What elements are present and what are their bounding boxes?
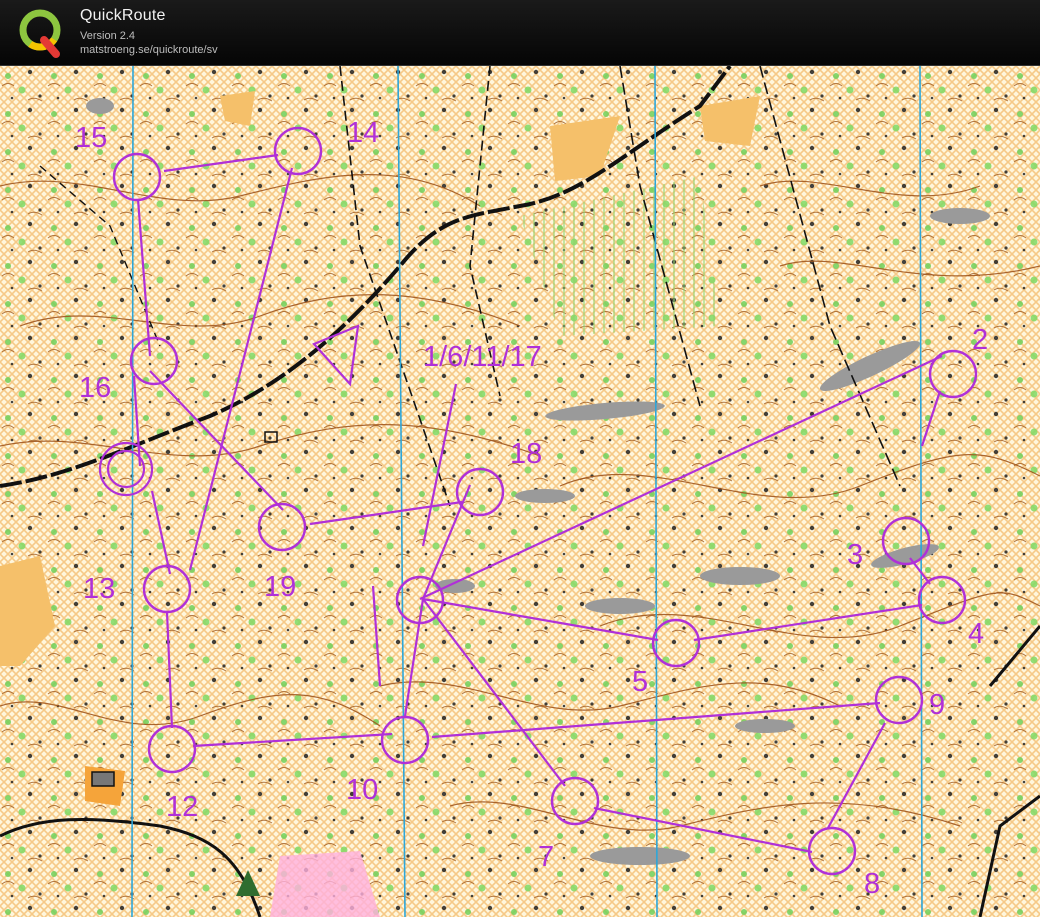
app-url[interactable]: matstroeng.se/quickroute/sv <box>80 44 218 56</box>
control-label-3: 3 <box>847 539 863 571</box>
control-label-10: 10 <box>346 774 378 806</box>
control-label-13: 13 <box>83 573 115 605</box>
control-label-5: 5 <box>632 666 648 698</box>
quickroute-logo-icon <box>19 9 61 58</box>
app-title: QuickRoute <box>80 7 166 24</box>
control-label-15: 15 <box>75 122 107 154</box>
app-version: Version 2.4 <box>80 30 136 42</box>
map-canvas[interactable]: 1/6/11/17 2 3 4 5 7 8 9 10 12 13 14 15 1… <box>0 66 1040 917</box>
control-label-19: 19 <box>264 571 296 603</box>
control-label-4: 4 <box>968 618 984 650</box>
vegetation-overlay <box>0 66 1040 917</box>
control-label-2: 2 <box>972 324 988 356</box>
orienteering-map[interactable]: 1/6/11/17 2 3 4 5 7 8 9 10 12 13 14 15 1… <box>0 66 1040 917</box>
control-label-9: 9 <box>929 689 945 721</box>
control-label-7: 7 <box>538 841 554 873</box>
control-label-14: 14 <box>347 117 379 149</box>
control-label-1-6-11-17: 1/6/11/17 <box>423 341 542 373</box>
control-label-12: 12 <box>166 791 198 823</box>
app-header: QuickRoute Version 2.4 matstroeng.se/qui… <box>0 0 1040 66</box>
control-label-18: 18 <box>510 438 542 470</box>
control-label-16: 16 <box>79 372 111 404</box>
control-label-8: 8 <box>864 868 880 900</box>
